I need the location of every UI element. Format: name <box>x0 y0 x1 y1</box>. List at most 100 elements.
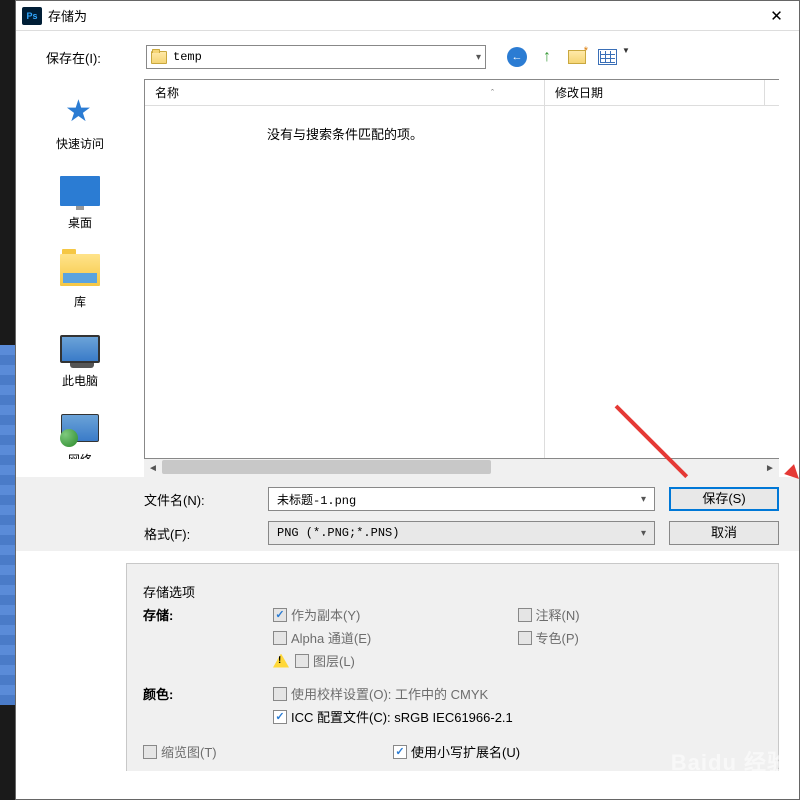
column-date[interactable]: 修改日期 <box>545 80 765 105</box>
scroll-track[interactable] <box>162 459 761 477</box>
watermark-url: jingyan.baidu.com <box>671 778 790 792</box>
column-name[interactable]: 名称 ˆ <box>145 80 545 105</box>
new-folder-icon <box>568 50 586 64</box>
place-label: 桌面 <box>68 214 92 231</box>
checkbox-spot: 专色(P) <box>518 628 763 647</box>
place-quick-access[interactable]: ★ 快速访问 <box>16 87 144 166</box>
titlebar: Ps 存储为 ✕ <box>16 1 799 31</box>
checkbox-label: ICC 配置文件(C): sRGB IEC61966-2.1 <box>291 707 513 726</box>
upper-section: 保存在(I): temp ▾ ← ↑ ▼ ★ 快速访问 <box>16 31 799 771</box>
column-date-label: 修改日期 <box>555 84 603 101</box>
save-button[interactable]: 保存(S) <box>669 487 779 511</box>
file-list-area: 名称 ˆ 修改日期 没有与搜索条件匹配的项。 <box>144 79 779 459</box>
location-combo[interactable]: temp ▾ <box>146 45 486 69</box>
place-label: 网络 <box>68 451 92 459</box>
checkbox-icon <box>295 654 309 668</box>
folder-icon <box>151 51 167 64</box>
back-button[interactable]: ← <box>506 46 528 68</box>
dialog-title: 存储为 <box>48 6 754 25</box>
format-label: 格式(F): <box>144 524 254 543</box>
chevron-down-icon: ▾ <box>641 528 646 539</box>
checkbox-proof: 使用校样设置(O): 工作中的 CMYK <box>273 684 762 703</box>
filename-combo[interactable]: 未标题-1.png ▾ <box>268 487 655 511</box>
storage-label: 存储: <box>143 605 273 624</box>
quick-access-icon: ★ <box>59 93 101 131</box>
warning-icon <box>273 654 289 668</box>
pc-icon <box>59 330 101 368</box>
checkbox-icon <box>518 608 532 622</box>
checkbox-layers: 图层(L) <box>273 651 518 670</box>
options-heading: 存储选项 <box>127 582 778 605</box>
checkbox-alpha: Alpha 通道(E) <box>273 628 518 647</box>
places-sidebar: ★ 快速访问 桌面 库 此电脑 网络 <box>16 79 144 459</box>
empty-message: 没有与搜索条件匹配的项。 <box>145 106 545 143</box>
checkbox-icon <box>143 745 157 759</box>
place-network[interactable]: 网络 <box>16 403 144 459</box>
checkbox-icon: ✓ <box>273 608 287 622</box>
checkbox-label: 图层(L) <box>313 651 355 670</box>
app-side-strip <box>0 345 15 705</box>
checkbox-label: 专色(P) <box>536 628 579 647</box>
chevron-down-icon: ▾ <box>641 494 646 505</box>
place-label: 快速访问 <box>56 135 104 152</box>
checkbox-icon <box>273 631 287 645</box>
scroll-thumb[interactable] <box>162 460 491 474</box>
library-icon <box>59 251 101 289</box>
checkbox-label: Alpha 通道(E) <box>291 628 371 647</box>
view-icon <box>598 49 617 65</box>
desktop-icon <box>59 172 101 210</box>
close-button[interactable]: ✕ <box>754 1 799 31</box>
checkbox-icon <box>273 687 287 701</box>
format-value: PNG (*.PNG;*.PNS) <box>277 526 641 540</box>
checkbox-label: 使用校样设置(O): 工作中的 CMYK <box>291 684 488 703</box>
place-desktop[interactable]: 桌面 <box>16 166 144 245</box>
color-label: 颜色: <box>143 684 273 703</box>
checkbox-icon: ✓ <box>393 745 407 759</box>
place-library[interactable]: 库 <box>16 245 144 324</box>
view-dropdown-icon[interactable]: ▼ <box>622 46 630 68</box>
checkbox-thumbnail: 缩览图(T) <box>143 742 393 761</box>
sort-arrow-icon: ˆ <box>491 88 494 98</box>
file-list-left <box>145 106 545 458</box>
save-as-dialog: Ps 存储为 ✕ 保存在(I): temp ▾ ← ↑ ▼ ★ <box>15 0 800 800</box>
checkbox-label: 作为副本(Y) <box>291 605 360 624</box>
storage-options: 存储: ✓ 作为副本(Y) 注释(N) Alpha 通道(E) 专色(P) 图层(… <box>127 605 778 670</box>
new-folder-button[interactable] <box>566 46 588 68</box>
location-label: 保存在(I): <box>46 48 136 67</box>
location-row: 保存在(I): temp ▾ ← ↑ ▼ <box>16 31 799 79</box>
column-last[interactable] <box>765 80 779 105</box>
file-list-right <box>545 106 779 458</box>
file-list-header: 名称 ˆ 修改日期 <box>145 80 779 106</box>
nav-icons: ← ↑ ▼ <box>506 46 630 68</box>
filename-value: 未标题-1.png <box>277 491 641 508</box>
network-icon <box>59 409 101 447</box>
place-this-pc[interactable]: 此电脑 <box>16 324 144 403</box>
horizontal-scrollbar[interactable]: ◄ ► <box>144 459 779 477</box>
checkbox-icon <box>518 631 532 645</box>
checkbox-icon: ✓ <box>273 710 287 724</box>
chevron-down-icon: ▾ <box>476 52 481 63</box>
place-label: 此电脑 <box>62 372 98 389</box>
save-options-panel: 存储选项 存储: ✓ 作为副本(Y) 注释(N) Alpha 通道(E) 专色(P… <box>126 563 779 771</box>
checkbox-icc[interactable]: ✓ ICC 配置文件(C): sRGB IEC61966-2.1 <box>273 707 762 726</box>
column-name-label: 名称 <box>155 84 179 101</box>
checkbox-lowercase[interactable]: ✓ 使用小写扩展名(U) <box>393 742 520 761</box>
filename-section: 文件名(N): 未标题-1.png ▾ 保存(S) 格式(F): PNG (*.… <box>16 477 799 551</box>
photoshop-icon: Ps <box>22 7 42 25</box>
filename-label: 文件名(N): <box>144 490 254 509</box>
watermark-brand: Baidu 经验 <box>671 749 790 778</box>
view-button[interactable] <box>596 46 618 68</box>
format-combo[interactable]: PNG (*.PNG;*.PNS) ▾ <box>268 521 655 545</box>
checkbox-label: 使用小写扩展名(U) <box>411 742 520 761</box>
checkbox-label: 注释(N) <box>536 605 580 624</box>
checkbox-notes: 注释(N) <box>518 605 763 624</box>
color-options: 颜色: 使用校样设置(O): 工作中的 CMYK ✓ ICC 配置文件(C): s… <box>127 670 778 736</box>
file-list-body: 没有与搜索条件匹配的项。 <box>145 106 779 458</box>
scroll-right-icon[interactable]: ► <box>761 459 779 477</box>
checkbox-label: 缩览图(T) <box>161 742 217 761</box>
cancel-button[interactable]: 取消 <box>669 521 779 545</box>
scroll-left-icon[interactable]: ◄ <box>144 459 162 477</box>
up-button[interactable]: ↑ <box>536 46 558 68</box>
back-icon: ← <box>507 47 527 67</box>
location-value: temp <box>173 50 476 64</box>
